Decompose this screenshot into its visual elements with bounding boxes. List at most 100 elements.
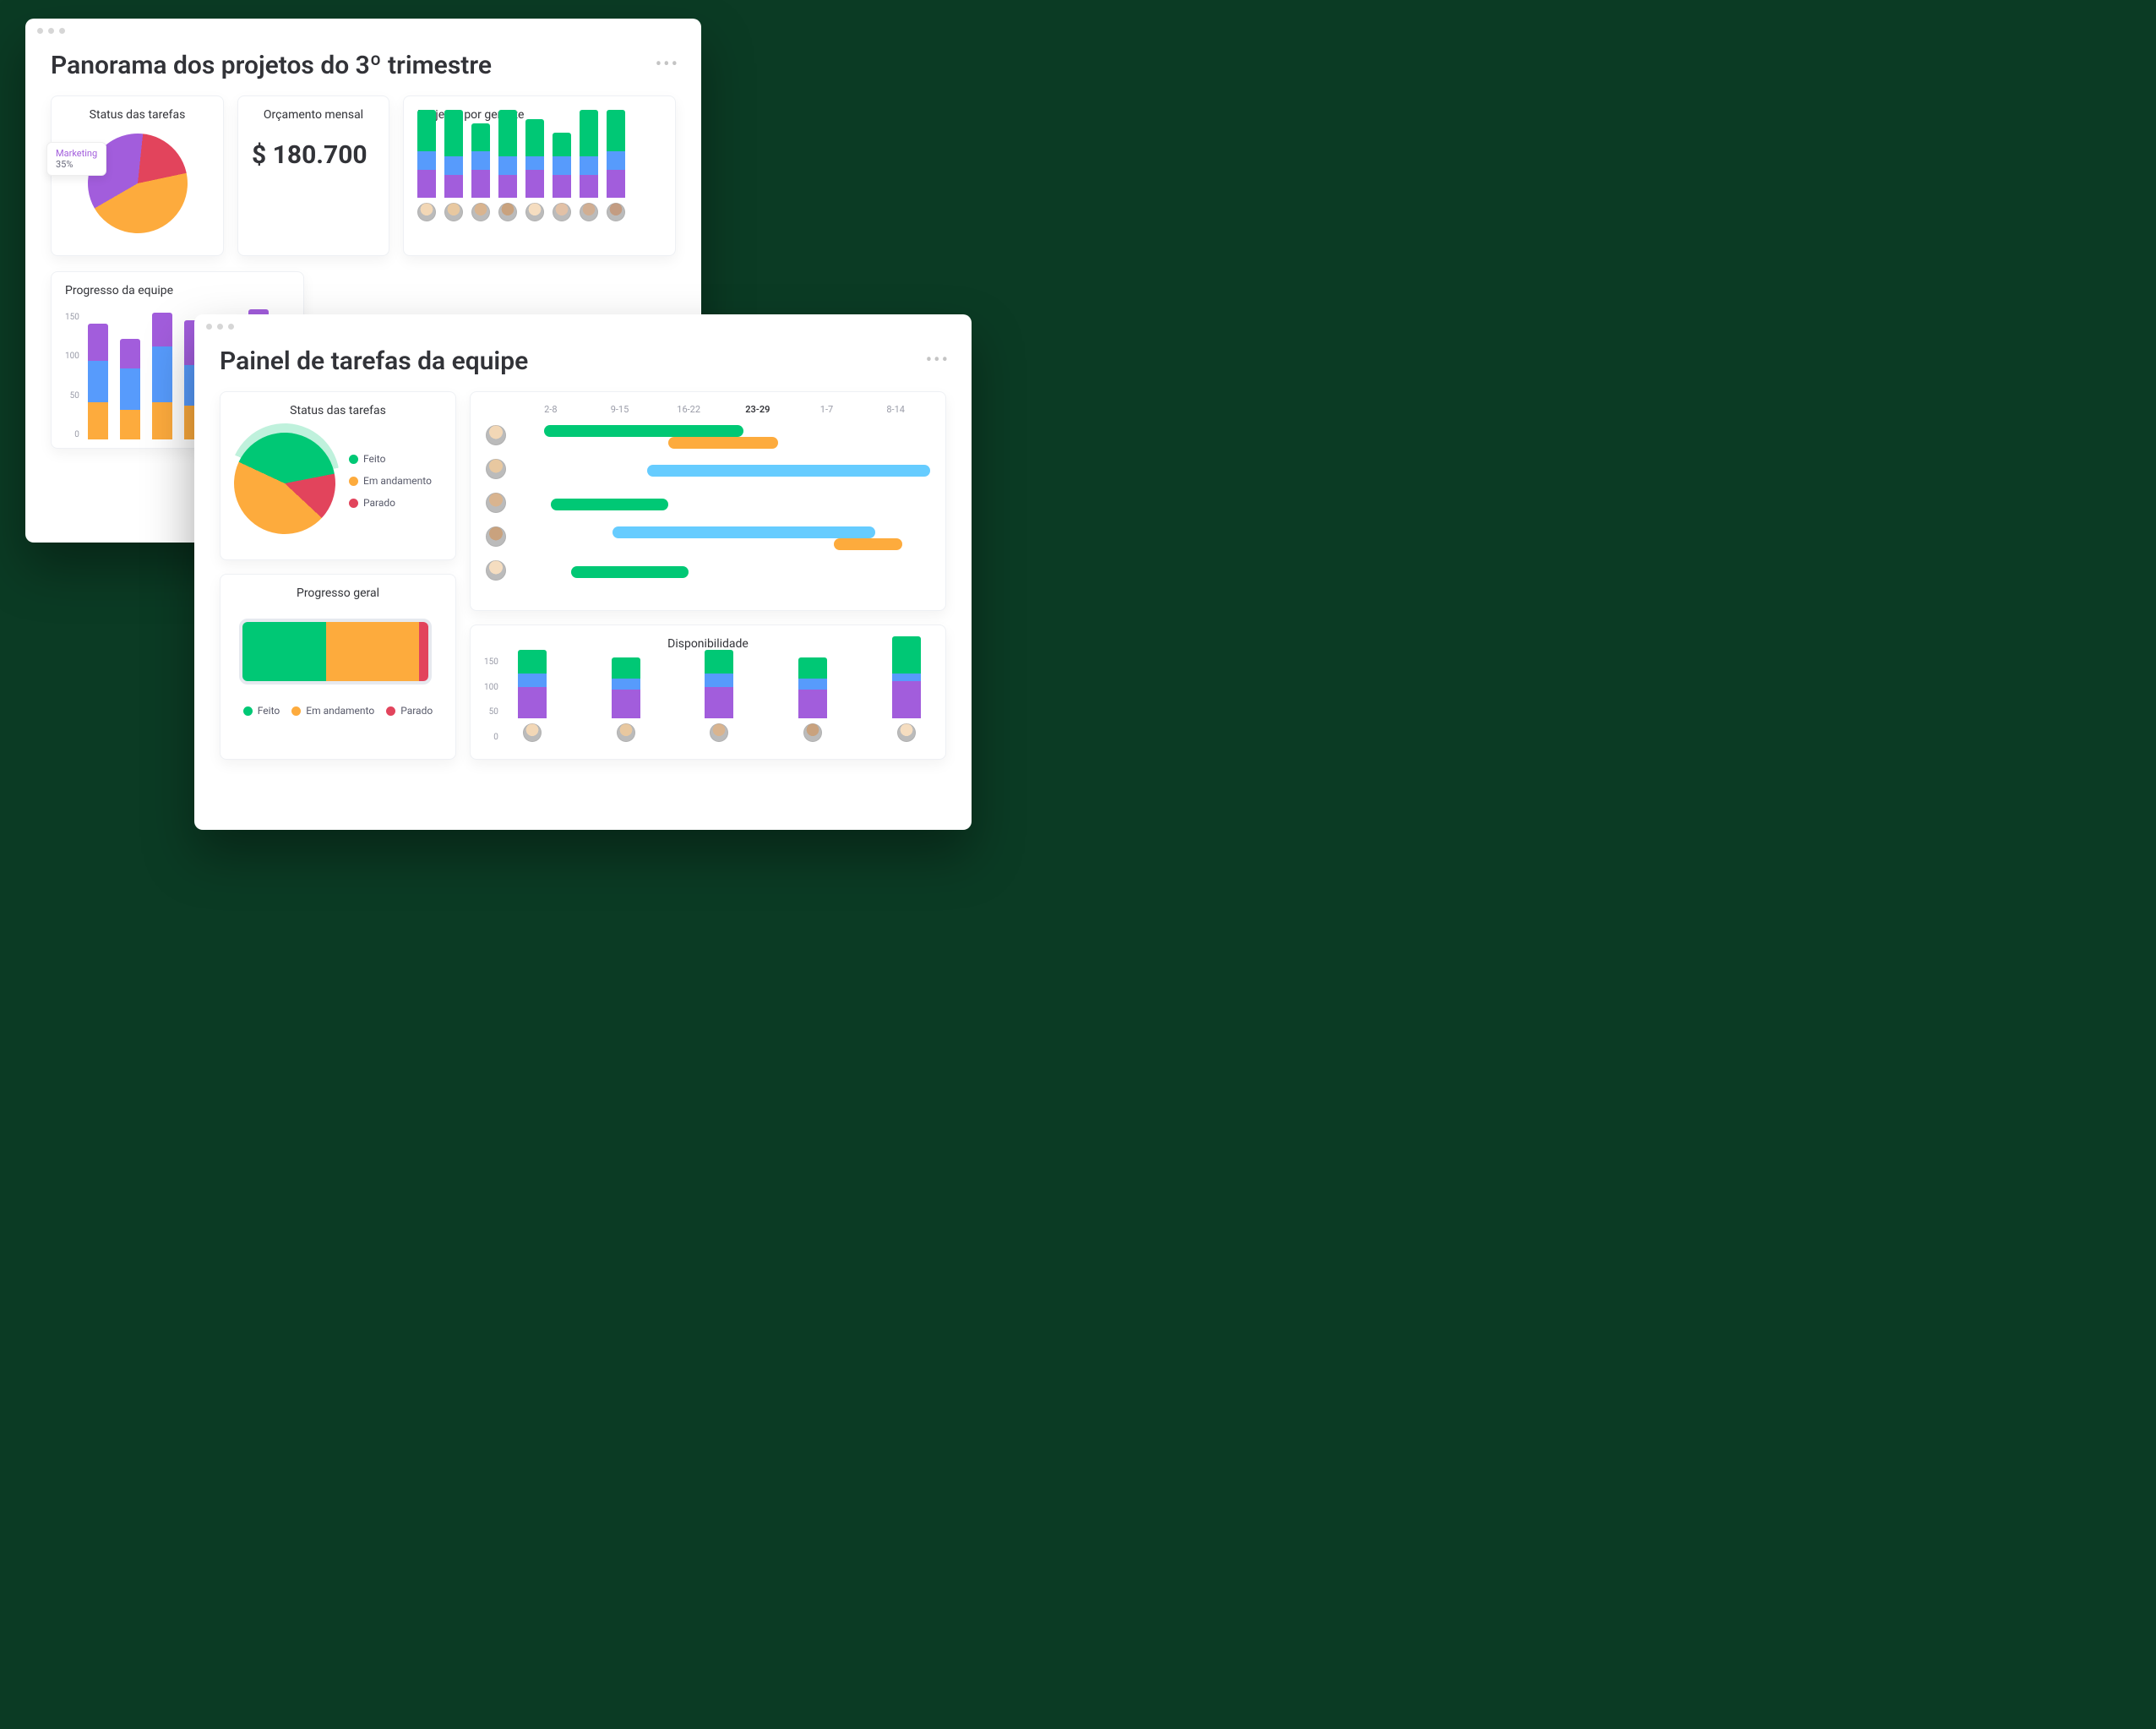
timeline-tick[interactable]: 16-22 <box>654 404 723 415</box>
bar-segment <box>498 175 517 199</box>
legend-label: Em andamento <box>306 705 374 717</box>
bar-segment <box>798 690 827 718</box>
traffic-light-dot <box>206 324 212 330</box>
avatar <box>607 203 625 221</box>
tick-label: 100 <box>484 683 498 692</box>
bar-segment <box>444 175 463 199</box>
kpi-value: $ 180.700 <box>252 140 375 170</box>
gantt-row <box>486 420 930 454</box>
bar-segment <box>612 657 640 679</box>
bar-segment <box>88 361 108 402</box>
card-budget: Orçamento mensal $ 180.700 <box>237 95 389 256</box>
card-projects-by-manager: Projetos por gerente <box>403 95 676 256</box>
bar-segment <box>444 110 463 156</box>
avatar <box>525 203 544 221</box>
timeline-header: 2-89-1516-2223-291-78-14 <box>486 404 930 415</box>
gantt-row <box>486 488 930 521</box>
legend: Feito Em andamento Parado <box>234 705 442 717</box>
gantt-bar[interactable] <box>544 425 744 437</box>
bar-segment <box>553 133 571 156</box>
card-task-status-2: Status das tarefas Feito Em andamento Pa… <box>220 391 456 560</box>
bar-segment <box>612 679 640 690</box>
traffic-light-dot <box>59 28 65 34</box>
bar-segment <box>152 313 172 346</box>
tick-label: 150 <box>484 657 498 667</box>
legend-item-stuck: Parado <box>349 497 395 509</box>
y-axis: 150100500 <box>484 657 500 742</box>
bar-segment <box>444 156 463 175</box>
legend-label: Feito <box>363 453 385 465</box>
y-axis: 150100500 <box>65 313 81 439</box>
avatar <box>471 203 490 221</box>
gantt-bar[interactable] <box>834 538 903 550</box>
bar-segment <box>798 679 827 690</box>
tooltip-label: Marketing <box>56 148 97 159</box>
bar-segment <box>607 110 625 152</box>
bar-segment <box>471 151 490 170</box>
timeline-tick[interactable]: 23-29 <box>723 404 792 415</box>
legend-label: Feito <box>258 705 280 717</box>
legend-item-done: Feito <box>243 705 280 717</box>
bar <box>798 657 827 718</box>
bar <box>152 313 172 439</box>
bar-segment <box>152 402 172 439</box>
progress-segment <box>326 622 419 681</box>
tooltip-value: 35% <box>56 159 97 170</box>
legend-label: Parado <box>363 497 395 509</box>
bar <box>607 110 625 199</box>
bar-segment <box>417 151 436 170</box>
bar <box>417 110 436 199</box>
gantt-bar[interactable] <box>647 465 930 477</box>
gantt-bar[interactable] <box>551 499 668 510</box>
bar-segment <box>705 687 733 719</box>
bar-segment <box>607 170 625 198</box>
gantt-bar[interactable] <box>571 566 689 578</box>
timeline-tick[interactable]: 9-15 <box>585 404 655 415</box>
bar <box>705 650 733 718</box>
traffic-light-dot <box>228 324 234 330</box>
legend: Feito Em andamento Parado <box>349 453 432 509</box>
tick-label: 0 <box>484 733 498 742</box>
more-icon[interactable]: ••• <box>656 54 679 75</box>
bar-segment <box>580 156 598 175</box>
bar-segment <box>518 687 547 719</box>
progress-segment <box>242 622 326 681</box>
window-bar <box>25 19 701 42</box>
gantt-row <box>486 521 930 555</box>
traffic-light-dot <box>217 324 223 330</box>
bar-segment <box>798 657 827 679</box>
avatar <box>486 560 506 581</box>
window-team-tasks: Painel de tarefas da equipe ••• Status d… <box>194 314 972 830</box>
bar <box>553 133 571 198</box>
timeline-tick[interactable]: 2-8 <box>516 404 585 415</box>
bar-segment <box>417 170 436 198</box>
pie-chart <box>69 115 205 251</box>
avatar <box>897 723 916 742</box>
bar-segment <box>518 650 547 674</box>
tick-label: 150 <box>65 313 79 322</box>
bar-segment <box>417 110 436 152</box>
avatar <box>486 493 506 513</box>
timeline-tick[interactable]: 1-7 <box>792 404 862 415</box>
bar <box>525 119 544 199</box>
more-icon[interactable]: ••• <box>926 350 950 371</box>
gantt-bar[interactable] <box>612 526 874 538</box>
avatar <box>553 203 571 221</box>
legend-item-stuck: Parado <box>386 705 433 717</box>
card-title: Status das tarefas <box>234 404 442 417</box>
avatar <box>803 723 822 742</box>
tick-label: 0 <box>65 430 79 439</box>
avatar <box>617 723 635 742</box>
gantt-bar[interactable] <box>668 437 779 449</box>
card-overall-progress: Progresso geral Feito Em andamento Parad… <box>220 574 456 760</box>
window-bar <box>194 314 972 338</box>
traffic-light-dot <box>37 28 43 34</box>
legend-item-inprogress: Em andamento <box>291 705 374 717</box>
legend-label: Em andamento <box>363 475 432 487</box>
bar-segment <box>152 346 172 402</box>
avatar <box>486 526 506 547</box>
timeline-tick[interactable]: 8-14 <box>861 404 930 415</box>
bar-segment <box>498 156 517 175</box>
card-title: Status das tarefas <box>65 108 210 122</box>
gantt-chart <box>486 420 930 589</box>
